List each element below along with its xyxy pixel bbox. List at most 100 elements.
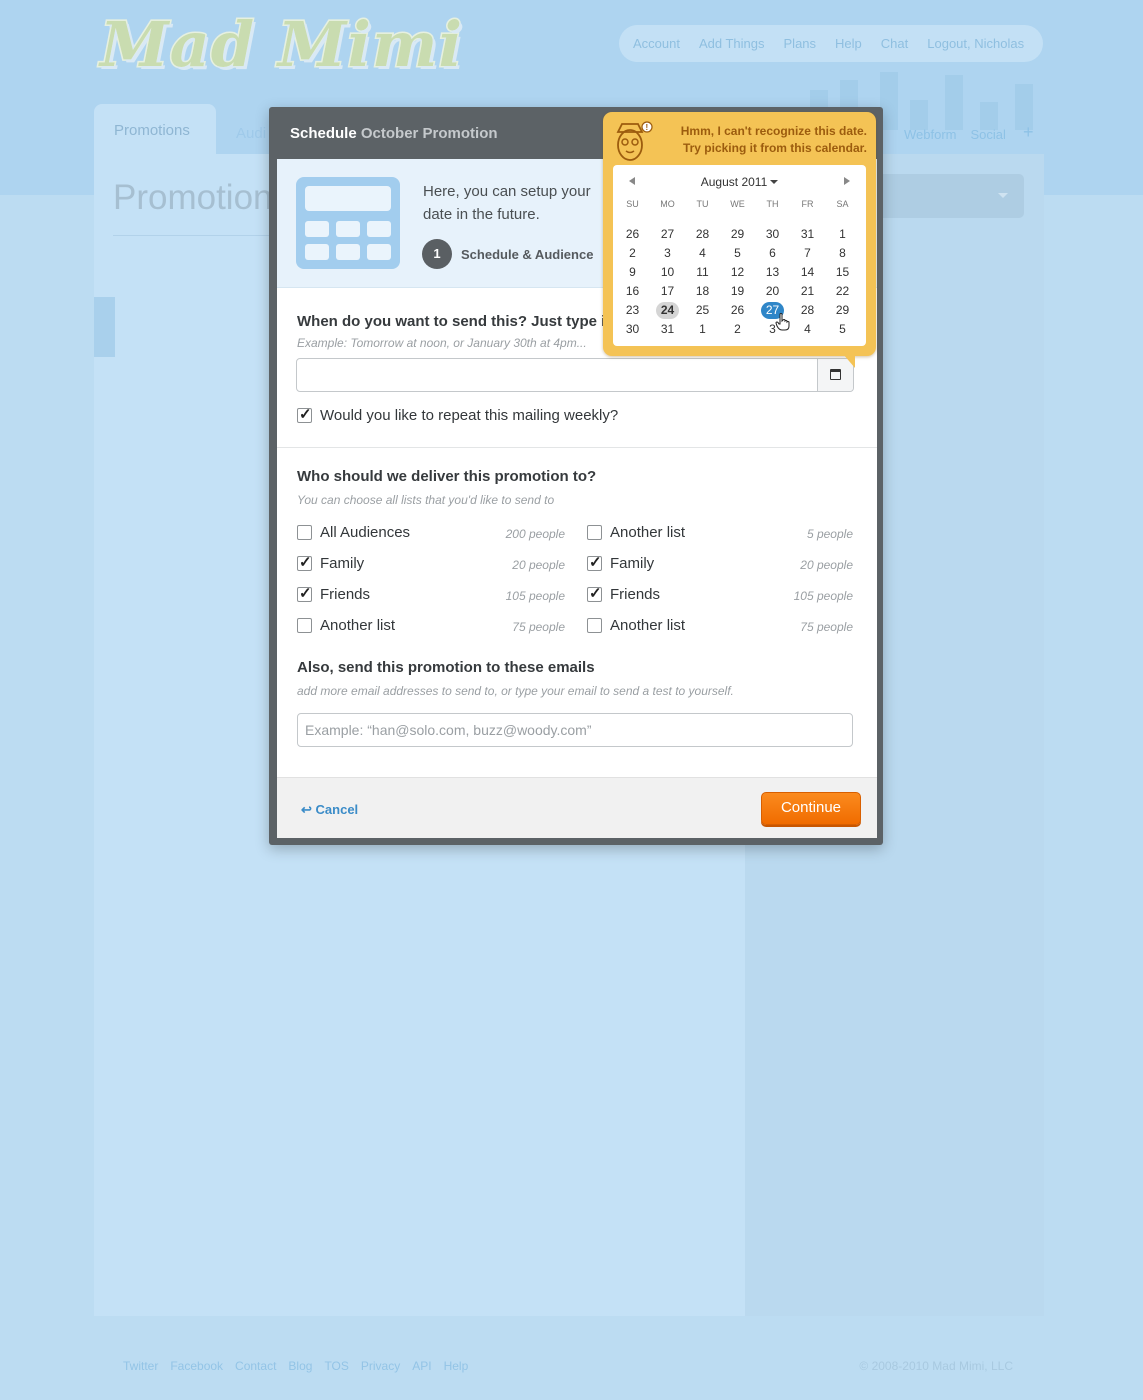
audience-name: Another list	[610, 617, 686, 634]
calendar-day[interactable]: 7	[790, 244, 825, 263]
extra-emails-input[interactable]: Example: “han@solo.com, buzz@woody.com”	[297, 713, 853, 747]
tab-webform[interactable]: Webform	[904, 127, 957, 142]
calendar-day[interactable]: 1	[685, 320, 720, 339]
audience-option[interactable]: Friends	[587, 584, 660, 603]
audience-name: All Audiences	[320, 524, 411, 541]
send-date-input[interactable]	[296, 358, 854, 392]
footer-link-facebook[interactable]: Facebook	[170, 1359, 223, 1373]
calendar-day[interactable]: 5	[720, 244, 755, 263]
footer-link-blog[interactable]: Blog	[288, 1359, 312, 1373]
caret-down-icon	[770, 180, 779, 184]
footer-link-help[interactable]: Help	[444, 1359, 469, 1373]
calendar-day[interactable]: 20	[755, 282, 790, 301]
audience-checkbox[interactable]	[587, 584, 602, 602]
calendar-day[interactable]: 29	[720, 225, 755, 244]
weekday-label: TH	[766, 199, 779, 209]
filter-select[interactable]	[862, 174, 1024, 218]
calendar-day[interactable]: 25	[685, 301, 720, 320]
calendar-day[interactable]: 8	[825, 244, 860, 263]
audience-checkbox[interactable]	[587, 525, 602, 540]
audience-option[interactable]: Family	[587, 553, 654, 572]
tab-audiences[interactable]: Audi	[236, 125, 266, 142]
calendar-day[interactable]: 10	[650, 263, 685, 282]
repeat-weekly-checkbox[interactable]	[297, 405, 312, 423]
footer-link-privacy[interactable]: Privacy	[361, 1359, 400, 1373]
calendar-day[interactable]: 28	[790, 301, 825, 320]
nav-help[interactable]: Help	[835, 36, 862, 51]
calendar-day[interactable]: 26	[615, 225, 650, 244]
calendar-day[interactable]: 11	[685, 263, 720, 282]
audience-name: Another list	[320, 617, 396, 634]
calendar-day[interactable]: 29	[825, 301, 860, 320]
calendar-day[interactable]: 26	[720, 301, 755, 320]
audience-name: Friends	[320, 586, 371, 603]
calendar-day[interactable]: 1	[825, 225, 860, 244]
nav-plans[interactable]: Plans	[784, 36, 817, 51]
audience-option[interactable]: All Audiences	[297, 524, 410, 541]
logo[interactable]: Mad Mimi	[98, 7, 463, 83]
calendar-day[interactable]: 27	[650, 225, 685, 244]
calendar-day[interactable]: 28	[685, 225, 720, 244]
calendar-day-today[interactable]: 24	[656, 302, 679, 319]
modal-title-promotion: October Promotion	[360, 125, 498, 142]
repeat-weekly-label: Would you like to repeat this mailing we…	[320, 407, 619, 424]
month-selector[interactable]: August 2011	[613, 175, 866, 189]
footer-link-api[interactable]: API	[412, 1359, 431, 1373]
calendar-day[interactable]: 5	[825, 320, 860, 339]
audience-count: 105 people	[505, 589, 565, 603]
cancel-link[interactable]: ↩ Cancel	[301, 802, 358, 818]
audience-checkbox[interactable]	[297, 618, 312, 633]
calendar-day[interactable]: 14	[790, 263, 825, 282]
audience-checkbox[interactable]	[587, 618, 602, 633]
weekday-label: TU	[696, 199, 709, 209]
audience-option[interactable]: Another list	[587, 524, 685, 541]
calendar-day[interactable]: 18	[685, 282, 720, 301]
audience-count: 105 people	[793, 589, 853, 603]
calendar-day[interactable]: 30	[755, 225, 790, 244]
calendar-day[interactable]: 2	[615, 244, 650, 263]
audience-checkbox[interactable]	[297, 525, 312, 540]
tab-promotions[interactable]: Promotions	[94, 104, 216, 154]
audience-checkbox[interactable]	[297, 553, 312, 571]
calendar-day[interactable]: 4	[790, 320, 825, 339]
calendar-day[interactable]: 17	[650, 282, 685, 301]
audience-checkbox[interactable]	[297, 584, 312, 602]
calendar-day[interactable]: 21	[790, 282, 825, 301]
next-month-arrow-icon[interactable]	[844, 177, 850, 185]
repeat-weekly-option[interactable]: Would you like to repeat this mailing we…	[297, 405, 619, 424]
weekday-label: FR	[801, 199, 814, 209]
tab-social[interactable]: Social	[971, 127, 1006, 142]
audience-option[interactable]: Another list	[297, 617, 395, 634]
audience-option[interactable]: Friends	[297, 584, 371, 603]
audience-checkbox[interactable]	[587, 553, 602, 571]
footer-link-tos[interactable]: TOS	[324, 1359, 348, 1373]
calendar-day[interactable]: 4	[685, 244, 720, 263]
footer-link-twitter[interactable]: Twitter	[123, 1359, 158, 1373]
calendar-day[interactable]: 15	[825, 263, 860, 282]
calendar-day[interactable]: 19	[720, 282, 755, 301]
continue-button[interactable]: Continue	[761, 792, 861, 825]
nav-chat[interactable]: Chat	[881, 36, 908, 51]
calendar-day[interactable]: 6	[755, 244, 790, 263]
nav-add-things[interactable]: Add Things	[699, 36, 765, 51]
svg-text:!: !	[646, 123, 649, 132]
calendar-day[interactable]: 31	[650, 320, 685, 339]
footer-link-contact[interactable]: Contact	[235, 1359, 276, 1373]
calendar-day[interactable]: 2	[720, 320, 755, 339]
calendar-day[interactable]: 22	[825, 282, 860, 301]
add-tab-icon[interactable]: +	[1023, 122, 1034, 143]
nav-logout[interactable]: Logout, Nicholas	[927, 36, 1024, 51]
audience-option[interactable]: Another list	[587, 617, 685, 634]
nav-account[interactable]: Account	[633, 36, 680, 51]
calendar-day[interactable]: 13	[755, 263, 790, 282]
intro-text: Here, you can setup your date in the fut…	[423, 183, 591, 223]
calendar-day[interactable]: 3	[650, 244, 685, 263]
calendar-day[interactable]: 30	[615, 320, 650, 339]
calendar-day[interactable]: 31	[790, 225, 825, 244]
who-hint: You can choose all lists that you'd like…	[297, 493, 555, 507]
calendar-day[interactable]: 16	[615, 282, 650, 301]
calendar-day[interactable]: 9	[615, 263, 650, 282]
calendar-day[interactable]: 12	[720, 263, 755, 282]
audience-option[interactable]: Family	[297, 553, 364, 572]
calendar-day[interactable]: 23	[615, 301, 650, 320]
